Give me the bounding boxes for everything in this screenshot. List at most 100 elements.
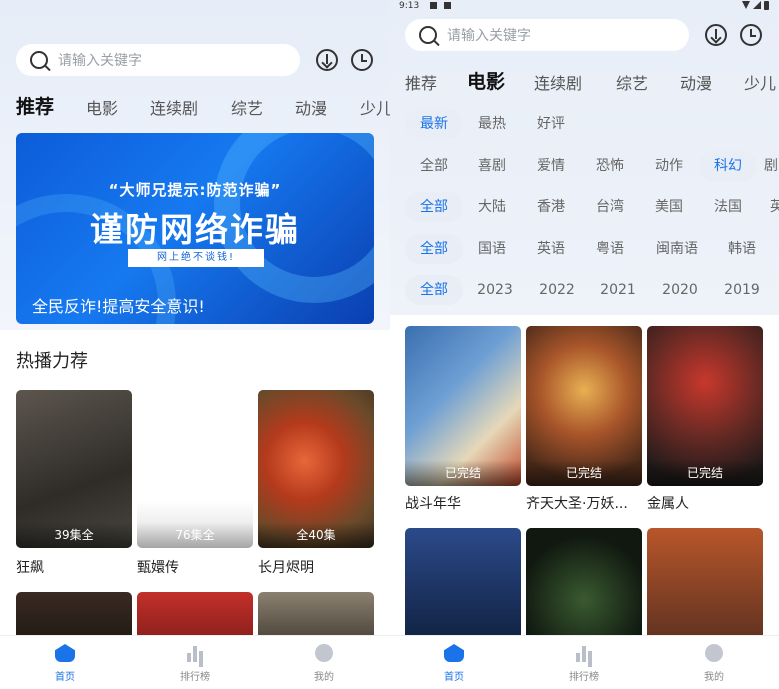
- battery-icon: [764, 1, 769, 10]
- status-badge: 已完结: [405, 460, 521, 486]
- bottom-nav: 首页 排行榜 我的: [390, 635, 779, 689]
- filter-region-item[interactable]: 台湾: [588, 192, 632, 222]
- anti-fraud-banner[interactable]: “大师兄提示:防范诈骗” 谨防网络诈骗 网上绝不谈钱! 全民反诈!提高安全意识!: [16, 133, 374, 324]
- card-title[interactable]: 甄嬛传: [137, 557, 253, 577]
- card-title[interactable]: 战斗年华: [405, 493, 521, 513]
- download-icon[interactable]: [316, 49, 338, 71]
- card-title[interactable]: 狂飙: [16, 557, 132, 577]
- poster-card[interactable]: 76集全: [137, 390, 253, 548]
- nav-rank-label: 排行榜: [569, 672, 599, 683]
- filter-year-item[interactable]: 2023: [470, 275, 520, 305]
- search-icon: [30, 51, 48, 69]
- nav-me-label: 我的: [314, 672, 334, 683]
- tab-anime[interactable]: 动漫: [680, 70, 712, 94]
- filter-genre-item[interactable]: 科幻: [699, 151, 757, 181]
- home-icon: [55, 644, 75, 662]
- filter-year-item[interactable]: 2019: [717, 275, 767, 305]
- filter-language-item[interactable]: 国语: [470, 234, 514, 264]
- banner-headline: 谨防网络诈骗: [90, 210, 300, 249]
- filter-genre-item[interactable]: 剧: [764, 151, 779, 181]
- tab-variety[interactable]: 综艺: [616, 70, 648, 94]
- filter-region-item[interactable]: 法国: [706, 192, 750, 222]
- nav-home[interactable]: 首页: [434, 644, 474, 683]
- episode-badge: 全40集: [258, 522, 374, 548]
- tab-anime[interactable]: 动漫: [295, 95, 327, 119]
- filter-language-item[interactable]: 粤语: [588, 234, 632, 264]
- home-recommend-screen: 请输入关键字 推荐 电影 连续剧 综艺 动漫 少儿 “大师兄提示:防范诈骗” 谨…: [0, 0, 390, 689]
- search-icon: [419, 26, 437, 44]
- poster-card[interactable]: 全40集: [258, 390, 374, 548]
- filter-genre-item[interactable]: 恐怖: [588, 151, 632, 181]
- bar-chart-icon: [185, 644, 205, 662]
- download-icon[interactable]: [705, 24, 727, 46]
- tab-kids[interactable]: 少儿: [744, 70, 776, 94]
- tab-recommend[interactable]: 推荐: [16, 92, 54, 119]
- search-placeholder: 请输入关键字: [58, 53, 142, 69]
- avatar-icon: [315, 644, 333, 662]
- nav-rank-label: 排行榜: [180, 672, 210, 683]
- history-icon[interactable]: [351, 49, 373, 71]
- card-title[interactable]: 齐天大圣·万妖...: [526, 493, 642, 513]
- filter-language-item[interactable]: 英语: [529, 234, 573, 264]
- nav-me[interactable]: 我的: [304, 644, 344, 683]
- filter-sort-rating[interactable]: 好评: [529, 109, 573, 139]
- avatar-icon: [705, 644, 723, 662]
- filter-language-item[interactable]: 全部: [405, 234, 463, 264]
- filter-sort-hot[interactable]: 最热: [470, 109, 514, 139]
- poster-card[interactable]: 已完结: [647, 326, 763, 486]
- banner-slogan: 全民反诈!提高安全意识!: [32, 297, 205, 316]
- notification-icon: [443, 2, 451, 9]
- status-badge: 已完结: [526, 460, 642, 486]
- tab-variety[interactable]: 综艺: [231, 95, 263, 119]
- card-title[interactable]: 金属人: [647, 493, 763, 513]
- filter-region-item[interactable]: 大陆: [470, 192, 514, 222]
- filter-region-item[interactable]: 全部: [405, 192, 463, 222]
- search-input[interactable]: 请输入关键字: [405, 19, 689, 51]
- filter-genre-item[interactable]: 喜剧: [470, 151, 514, 181]
- nav-home-label: 首页: [444, 672, 464, 683]
- section-title: 热播力荐: [16, 351, 88, 372]
- filter-region-item[interactable]: 美国: [647, 192, 691, 222]
- filter-genre-item[interactable]: 全部: [405, 151, 463, 181]
- filter-year-item[interactable]: 2021: [593, 275, 643, 305]
- banner-line1: “大师兄提示:防范诈骗”: [108, 181, 282, 199]
- filter-year-item[interactable]: 2020: [655, 275, 705, 305]
- filter-language-item[interactable]: 韩语: [720, 234, 764, 264]
- tab-kids[interactable]: 少儿: [360, 95, 390, 119]
- filter-genre-item[interactable]: 爱情: [529, 151, 573, 181]
- history-icon[interactable]: [740, 24, 762, 46]
- tab-series[interactable]: 连续剧: [150, 95, 198, 119]
- nav-home[interactable]: 首页: [45, 644, 85, 683]
- search-input[interactable]: 请输入关键字: [16, 44, 300, 76]
- filter-sort-latest[interactable]: 最新: [405, 109, 463, 139]
- tab-movie[interactable]: 电影: [467, 67, 505, 94]
- tab-recommend[interactable]: 推荐: [405, 70, 437, 94]
- poster-card[interactable]: [526, 528, 642, 648]
- tab-series[interactable]: 连续剧: [534, 70, 582, 94]
- app-root: 请输入关键字 推荐 电影 连续剧 综艺 动漫 少儿 “大师兄提示:防范诈骗” 谨…: [0, 0, 779, 689]
- nav-me[interactable]: 我的: [694, 644, 734, 683]
- episode-badge: 39集全: [16, 522, 132, 548]
- notification-icon: [430, 2, 438, 9]
- status-bar: 9:13: [399, 1, 451, 11]
- nav-me-label: 我的: [704, 672, 724, 683]
- poster-card[interactable]: [647, 528, 763, 648]
- banner-tag: 网上绝不谈钱!: [128, 249, 264, 267]
- episode-badge: 76集全: [137, 522, 253, 548]
- filter-region-item[interactable]: 香港: [529, 192, 573, 222]
- filter-language-item[interactable]: 闽南语: [648, 234, 706, 264]
- poster-card[interactable]: 已完结: [405, 326, 521, 486]
- filter-year-item[interactable]: 全部: [405, 275, 463, 305]
- card-title[interactable]: 长月烬明: [258, 557, 374, 577]
- filter-region-item[interactable]: 英: [770, 192, 779, 222]
- poster-card[interactable]: 39集全: [16, 390, 132, 548]
- poster-card[interactable]: [405, 528, 521, 648]
- movie-filter-screen: 9:13 请输入关键字 推荐 电影 连续剧 综艺 动漫 少儿 最新 最热 好评 …: [390, 0, 779, 689]
- filter-year-item[interactable]: 2022: [532, 275, 582, 305]
- nav-rank[interactable]: 排行榜: [564, 644, 604, 683]
- poster-card[interactable]: 已完结: [526, 326, 642, 486]
- bar-chart-icon: [574, 644, 594, 662]
- tab-movie[interactable]: 电影: [86, 95, 118, 119]
- filter-genre-item[interactable]: 动作: [647, 151, 691, 181]
- nav-rank[interactable]: 排行榜: [175, 644, 215, 683]
